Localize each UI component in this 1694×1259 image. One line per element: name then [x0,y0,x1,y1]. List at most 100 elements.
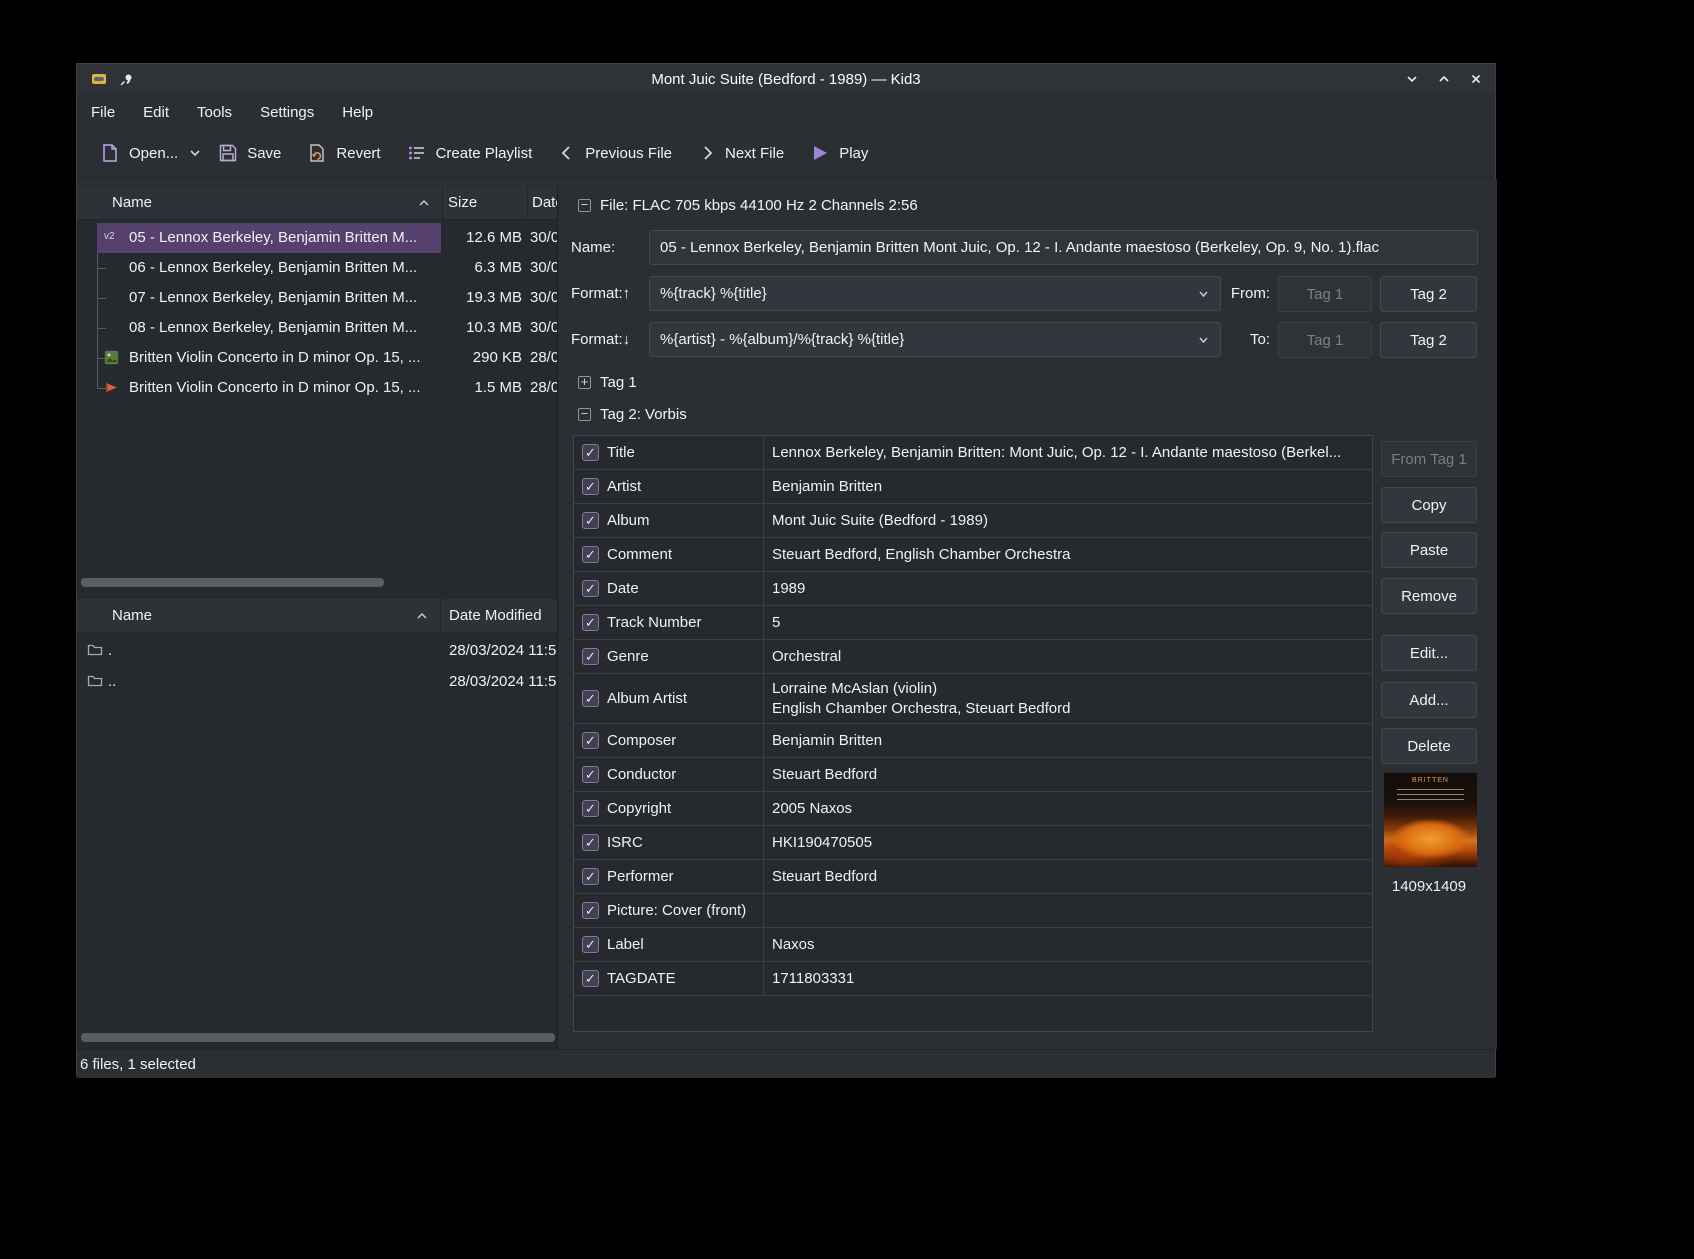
album-artist-value[interactable]: Lorraine McAslan (violin) English Chambe… [764,674,1372,723]
album-cover-text: BRITTEN [1384,777,1477,784]
album-cover-thumbnail[interactable]: BRITTEN [1384,773,1477,867]
pin-icon[interactable] [119,72,134,87]
title-checkbox[interactable] [582,444,599,461]
album-cover-text-lines [1397,789,1464,803]
date-checkbox[interactable] [582,580,599,597]
dir-list-header-name[interactable]: Name [77,599,441,632]
open-button[interactable]: Open... [100,143,178,163]
copy-button[interactable]: Copy [1381,487,1477,523]
from-label: From: [1208,276,1270,312]
tag-row-album: Album Mont Juic Suite (Bedford - 1989) [574,504,1372,538]
file-list-header: Name Size Date Modified [77,186,557,220]
album-value[interactable]: Mont Juic Suite (Bedford - 1989) [764,504,1372,537]
label-value[interactable]: Naxos [764,928,1372,961]
artist-checkbox[interactable] [582,478,599,495]
expand-icon[interactable] [578,376,591,389]
dir-list-header-date[interactable]: Date Modified [441,599,557,632]
isrc-checkbox[interactable] [582,834,599,851]
from-tag1-format-button: Tag 1 [1278,276,1372,312]
add-button[interactable]: Add... [1381,682,1477,718]
performer-value[interactable]: Steuart Bedford [764,860,1372,893]
genre-checkbox[interactable] [582,648,599,665]
album-artist-checkbox[interactable] [582,690,599,707]
picture-value[interactable] [764,894,1372,927]
window-title: Mont Juic Suite (Bedford - 1989) — Kid3 [77,71,1495,88]
dir-list-header: Name Date Modified [77,599,557,633]
create-playlist-label: Create Playlist [436,145,533,162]
sort-ascending-icon [416,610,428,622]
file-list: v2 05 - Lennox Berkeley, Benjamin Britte… [77,221,556,575]
file-row-05[interactable]: v2 05 - Lennox Berkeley, Benjamin Britte… [77,223,556,253]
tagdate-checkbox[interactable] [582,970,599,987]
remove-button[interactable]: Remove [1381,578,1477,614]
comment-checkbox[interactable] [582,546,599,563]
revert-icon [307,143,327,163]
file-row-08[interactable]: 08 - Lennox Berkeley, Benjamin Britten M… [77,313,556,343]
collapse-icon[interactable] [578,408,591,421]
format-from-combobox[interactable]: %{track} %{title} [649,276,1221,311]
play-button[interactable]: Play [810,143,868,163]
revert-button[interactable]: Revert [307,143,380,163]
file-list-header-size[interactable]: Size [443,186,528,219]
track-number-value[interactable]: 5 [764,606,1372,639]
conductor-checkbox[interactable] [582,766,599,783]
dir-list-hscrollbar-handle[interactable] [81,1033,555,1042]
paste-button[interactable]: Paste [1381,532,1477,568]
menu-tools[interactable]: Tools [197,104,232,121]
previous-file-button[interactable]: Previous File [558,144,672,162]
menu-settings[interactable]: Settings [260,104,314,121]
album-cover-dimensions: 1409x1409 [1368,878,1490,895]
format-to-combobox[interactable]: %{artist} - %{album}/%{track} %{title} [649,322,1221,357]
picture-checkbox[interactable] [582,902,599,919]
title-value[interactable]: Lennox Berkeley, Benjamin Britten: Mont … [764,436,1372,469]
menu-help[interactable]: Help [342,104,373,121]
file-list-header-name[interactable]: Name [77,186,443,219]
next-file-button[interactable]: Next File [698,144,784,162]
minimize-button[interactable] [1403,70,1421,88]
revert-label: Revert [336,145,380,162]
file-row-07[interactable]: 07 - Lennox Berkeley, Benjamin Britten M… [77,283,556,313]
file-row-playlist[interactable]: Britten Violin Concerto in D minor Op. 1… [77,373,556,403]
close-button[interactable] [1467,70,1485,88]
collapse-icon[interactable] [578,199,591,212]
genre-value[interactable]: Orchestral [764,640,1372,673]
label-checkbox[interactable] [582,936,599,953]
file-row-image[interactable]: Britten Violin Concerto in D minor Op. 1… [77,343,556,373]
from-tag2-format-button[interactable]: Tag 2 [1380,276,1477,312]
track-number-checkbox[interactable] [582,614,599,631]
performer-checkbox[interactable] [582,868,599,885]
dir-row-current[interactable]: . 28/03/2024 11:5 [77,635,556,666]
to-tag2-format-button[interactable]: Tag 2 [1380,322,1477,358]
tag-row-title: Title Lennox Berkeley, Benjamin Britten:… [574,436,1372,470]
dir-row-parent[interactable]: .. 28/03/2024 11:5 [77,666,556,697]
menu-edit[interactable]: Edit [143,104,169,121]
file-list-hscrollbar-handle[interactable] [81,578,384,587]
composer-checkbox[interactable] [582,732,599,749]
play-label: Play [839,145,868,162]
maximize-button[interactable] [1435,70,1453,88]
menu-file[interactable]: File [91,104,115,121]
open-dropdown-chevron-icon[interactable] [188,146,202,160]
tag-row-tagdate: TAGDATE 1711803331 [574,962,1372,996]
delete-button[interactable]: Delete [1381,728,1477,764]
artist-value[interactable]: Benjamin Britten [764,470,1372,503]
copyright-checkbox[interactable] [582,800,599,817]
tag-row-copyright: Copyright 2005 Naxos [574,792,1372,826]
tagdate-value[interactable]: 1711803331 [764,962,1372,995]
date-value[interactable]: 1989 [764,572,1372,605]
file-row-06[interactable]: 06 - Lennox Berkeley, Benjamin Britten M… [77,253,556,283]
save-button[interactable]: Save [218,143,281,163]
titlebar[interactable]: Mont Juic Suite (Bedford - 1989) — Kid3 [77,64,1495,94]
previous-file-icon [558,144,576,162]
album-checkbox[interactable] [582,512,599,529]
edit-button[interactable]: Edit... [1381,635,1477,671]
filename-input[interactable] [649,230,1478,265]
conductor-value[interactable]: Steuart Bedford [764,758,1372,791]
file-list-header-date[interactable]: Date Modified [528,186,557,219]
isrc-value[interactable]: HKI190470505 [764,826,1372,859]
composer-value[interactable]: Benjamin Britten [764,724,1372,757]
create-playlist-button[interactable]: Create Playlist [407,143,533,163]
tag-editor-panel: File: FLAC 705 kbps 44100 Hz 2 Channels … [558,179,1497,1049]
comment-value[interactable]: Steuart Bedford, English Chamber Orchest… [764,538,1372,571]
copyright-value[interactable]: 2005 Naxos [764,792,1372,825]
